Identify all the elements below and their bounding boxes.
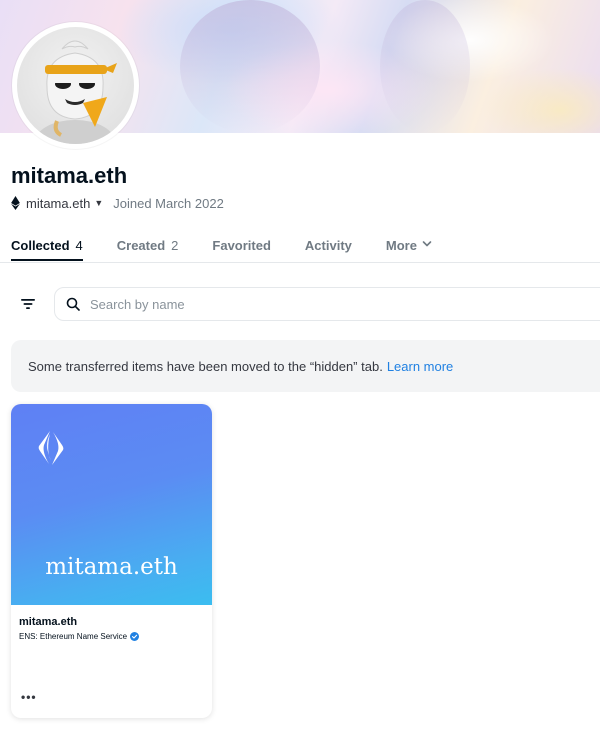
wallet-address[interactable]: mitama.eth — [26, 196, 90, 211]
tabs-divider — [0, 262, 600, 263]
search-bar — [54, 287, 600, 321]
chevron-down-icon — [422, 241, 432, 247]
hidden-items-notice: Some transferred items have been moved t… — [11, 340, 600, 392]
tab-label: More — [385, 238, 417, 253]
tab-favorited[interactable]: Favorited — [212, 238, 271, 263]
tab-count: 2 — [171, 238, 179, 253]
tab-created[interactable]: Created 2 — [117, 238, 179, 263]
profile-name: mitama.eth — [11, 163, 128, 188]
learn-more-link[interactable]: Learn more — [387, 359, 453, 374]
profile-tabs: Collected 4 Created 2 Favorited Activity… — [11, 238, 467, 263]
nft-title: mitama.eth — [19, 616, 78, 628]
tab-label: Activity — [304, 238, 352, 253]
search-input[interactable] — [90, 296, 510, 312]
nft-collection[interactable]: ENS: Ethereum Name Service — [19, 632, 140, 641]
joined-date: Joined March 2022 — [113, 195, 224, 211]
tab-count: 4 — [75, 238, 83, 253]
banner-decor — [180, 0, 320, 133]
ens-logo-icon — [38, 431, 64, 465]
tab-label: Created — [116, 238, 166, 253]
more-options-button[interactable]: ••• — [21, 690, 37, 704]
filter-button[interactable] — [11, 287, 45, 321]
tab-more[interactable]: More — [386, 238, 433, 263]
profile-avatar[interactable] — [12, 22, 139, 149]
tab-label: Favorited — [212, 238, 271, 253]
verified-badge-icon — [130, 632, 140, 641]
filter-icon — [21, 299, 35, 309]
nft-card[interactable]: mitama.eth mitama.eth ENS: Ethereum Name… — [11, 404, 212, 718]
tab-activity[interactable]: Activity — [305, 238, 352, 263]
tab-collected[interactable]: Collected 4 — [11, 238, 83, 263]
nft-card-image: mitama.eth — [11, 404, 212, 605]
search-icon — [66, 297, 80, 311]
chevron-down-icon[interactable]: ▼ — [94, 198, 103, 208]
avatar-image — [17, 27, 134, 144]
collection-name: ENS: Ethereum Name Service — [19, 632, 128, 641]
nft-image-label: mitama.eth — [45, 554, 178, 580]
banner-decor — [380, 0, 470, 133]
ethereum-icon — [11, 196, 20, 210]
notice-text: Some transferred items have been moved t… — [28, 358, 383, 374]
tab-label: Collected — [11, 238, 70, 253]
profile-meta: mitama.eth ▼ Joined March 2022 — [11, 195, 224, 211]
